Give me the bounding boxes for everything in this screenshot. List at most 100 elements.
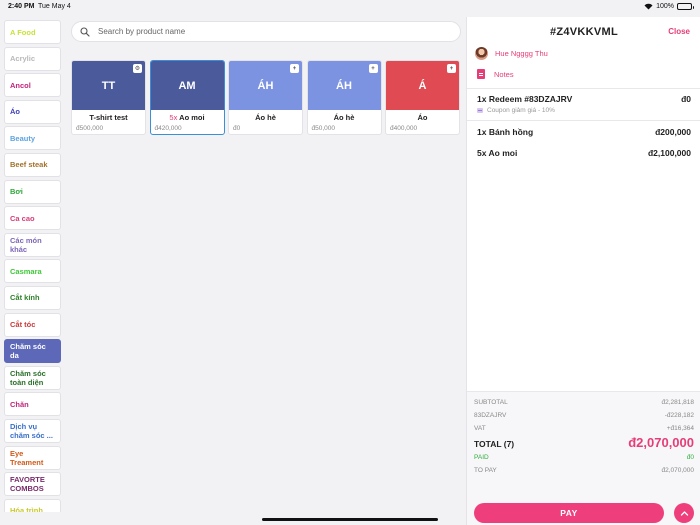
note-icon — [477, 69, 485, 79]
product-thumbnail: ÁH + — [307, 61, 381, 110]
product-initials: AM — [178, 79, 196, 92]
product-card[interactable]: AM 5x Ao moi đ420,000 — [149, 60, 225, 135]
vat-row: VAT +đ16,364 — [474, 425, 694, 432]
order-id: #Z4VKKVML — [549, 26, 619, 38]
order-summary: SUBTOTAL đ2,281,818 83DZAJRV -đ228,182 V… — [467, 391, 700, 525]
product-name-row: T-shirt test — [72, 113, 145, 122]
subtotal-value: đ2,281,818 — [661, 399, 694, 406]
order-line-banh-hong[interactable]: 1x Bánh hồng đ200,000 — [477, 127, 691, 137]
category-item[interactable]: Chăm sóc da — [4, 339, 61, 364]
vat-label: VAT — [474, 425, 486, 432]
coupon-value: -đ228,182 — [664, 412, 694, 419]
paid-row: PAID đ0 — [474, 454, 694, 461]
subtotal-row: SUBTOTAL đ2,281,818 — [474, 399, 694, 406]
product-card[interactable]: TT ⚙ T-shirt test đ500,000 — [71, 60, 146, 135]
product-name-row: Áo — [386, 113, 459, 122]
category-item[interactable]: Áo — [4, 99, 61, 124]
order-line-label: 5x Ao moi — [477, 148, 518, 158]
search-icon — [80, 26, 90, 37]
product-thumbnail: AM — [150, 61, 224, 110]
product-name-row: Áo hè — [308, 113, 381, 122]
search-input[interactable] — [98, 27, 438, 36]
subtotal-label: SUBTOTAL — [474, 399, 508, 406]
category-item[interactable]: A Food — [4, 20, 61, 44]
total-row: TOTAL (7) đ2,070,000 — [474, 435, 694, 450]
product-name-row: Áo hè — [229, 113, 302, 122]
product-price: đ400,000 — [390, 125, 418, 132]
search-bar[interactable] — [71, 21, 461, 42]
product-card[interactable]: Á + Áo đ400,000 — [385, 60, 460, 135]
product-thumbnail: ÁH + — [229, 61, 302, 110]
product-initials: ÁH — [257, 79, 274, 92]
close-button[interactable]: Close — [668, 27, 690, 36]
add-icon[interactable]: + — [447, 64, 456, 73]
divider — [467, 120, 700, 121]
order-line-sub: Coupon giảm giá - 10% — [477, 107, 555, 114]
category-item[interactable]: Casmara — [4, 259, 61, 284]
category-item[interactable]: Beauty — [4, 126, 61, 151]
notes-button[interactable]: Notes — [477, 69, 514, 79]
chevron-up-icon — [680, 510, 688, 516]
status-right: 100% — [644, 3, 694, 10]
topay-label: TO PAY — [474, 467, 497, 474]
avatar — [475, 47, 488, 60]
order-line-label: 1x Redeem #83DZAJRV — [477, 94, 573, 104]
product-price: đ500,000 — [76, 125, 104, 132]
pay-button[interactable]: PAY — [474, 503, 664, 523]
order-line-label: 1x Bánh hồng — [477, 127, 534, 137]
order-line-redeem[interactable]: 1x Redeem #83DZAJRV đ0 — [477, 94, 691, 104]
coupon-label: 83DZAJRV — [474, 412, 507, 419]
coupon-icon — [477, 108, 483, 113]
expand-button[interactable] — [674, 503, 694, 523]
product-name: Áo — [417, 113, 428, 122]
order-line-ao-moi[interactable]: 5x Ao moi đ2,100,000 — [477, 148, 691, 158]
add-icon[interactable]: + — [368, 64, 378, 73]
product-price: đ0 — [233, 125, 241, 132]
category-item[interactable]: Bơi — [4, 179, 61, 204]
category-item[interactable]: Dịch vụ chăm sóc ... — [4, 418, 61, 443]
settings-icon[interactable]: ⚙ — [133, 64, 142, 73]
category-item[interactable]: Cắt kính — [4, 285, 61, 310]
customer-row[interactable]: Hue Ngggg Thu — [475, 47, 548, 60]
product-name: T-shirt test — [89, 113, 128, 122]
category-item[interactable]: Ca cao — [4, 206, 61, 231]
wifi-icon — [644, 3, 653, 10]
product-card[interactable]: ÁH + Áo hè đ0 — [228, 60, 303, 135]
order-line-amount: đ2,100,000 — [647, 148, 691, 158]
category-item[interactable]: FAVORTE COMBOS — [4, 472, 61, 497]
topay-value: đ2,070,000 — [661, 467, 694, 474]
category-item[interactable]: Hóa trình — [4, 498, 61, 512]
category-item[interactable]: Các món khác — [4, 232, 61, 257]
divider — [467, 88, 700, 89]
home-indicator[interactable] — [262, 518, 438, 521]
total-value: đ2,070,000 — [628, 435, 694, 450]
add-icon[interactable]: + — [290, 64, 299, 73]
coupon-note: Coupon giảm giá - 10% — [487, 107, 555, 114]
customer-name: Hue Ngggg Thu — [495, 49, 548, 58]
topay-row: TO PAY đ2,070,000 — [474, 467, 694, 474]
product-name: Áo hè — [333, 113, 355, 122]
order-line-amount: đ200,000 — [655, 127, 691, 137]
category-item[interactable]: Cắt tóc — [4, 312, 61, 337]
product-price: đ50,000 — [311, 125, 336, 132]
status-date: Tue May 4 — [38, 3, 71, 10]
status-bar: 2:40 PM Tue May 4 100% — [0, 0, 700, 14]
category-item[interactable]: Chăm sóc toàn diện — [4, 365, 61, 390]
product-initials: ÁH — [336, 79, 352, 92]
total-label: TOTAL (7) — [474, 439, 515, 449]
order-line-amount: đ0 — [681, 94, 691, 104]
category-item[interactable]: Beef steak — [4, 152, 61, 177]
category-list[interactable]: A Food Acrylic Ancol Áo Beauty Beef steak Bơi C… — [4, 20, 61, 512]
notes-label: Notes — [494, 69, 514, 79]
paid-value: đ0 — [686, 454, 694, 461]
category-item[interactable]: Eye Treament — [4, 445, 61, 470]
product-initials: Á — [418, 79, 427, 92]
product-quantity: 5x — [169, 113, 178, 122]
category-item[interactable]: Acrylic — [4, 46, 61, 71]
category-item[interactable]: Chăn — [4, 392, 61, 417]
product-price: đ420,000 — [154, 125, 182, 132]
battery-icon — [677, 3, 694, 10]
category-item[interactable]: Ancol — [4, 73, 61, 98]
status-time: 2:40 PM — [8, 3, 35, 10]
product-card[interactable]: ÁH + Áo hè đ50,000 — [306, 60, 382, 135]
